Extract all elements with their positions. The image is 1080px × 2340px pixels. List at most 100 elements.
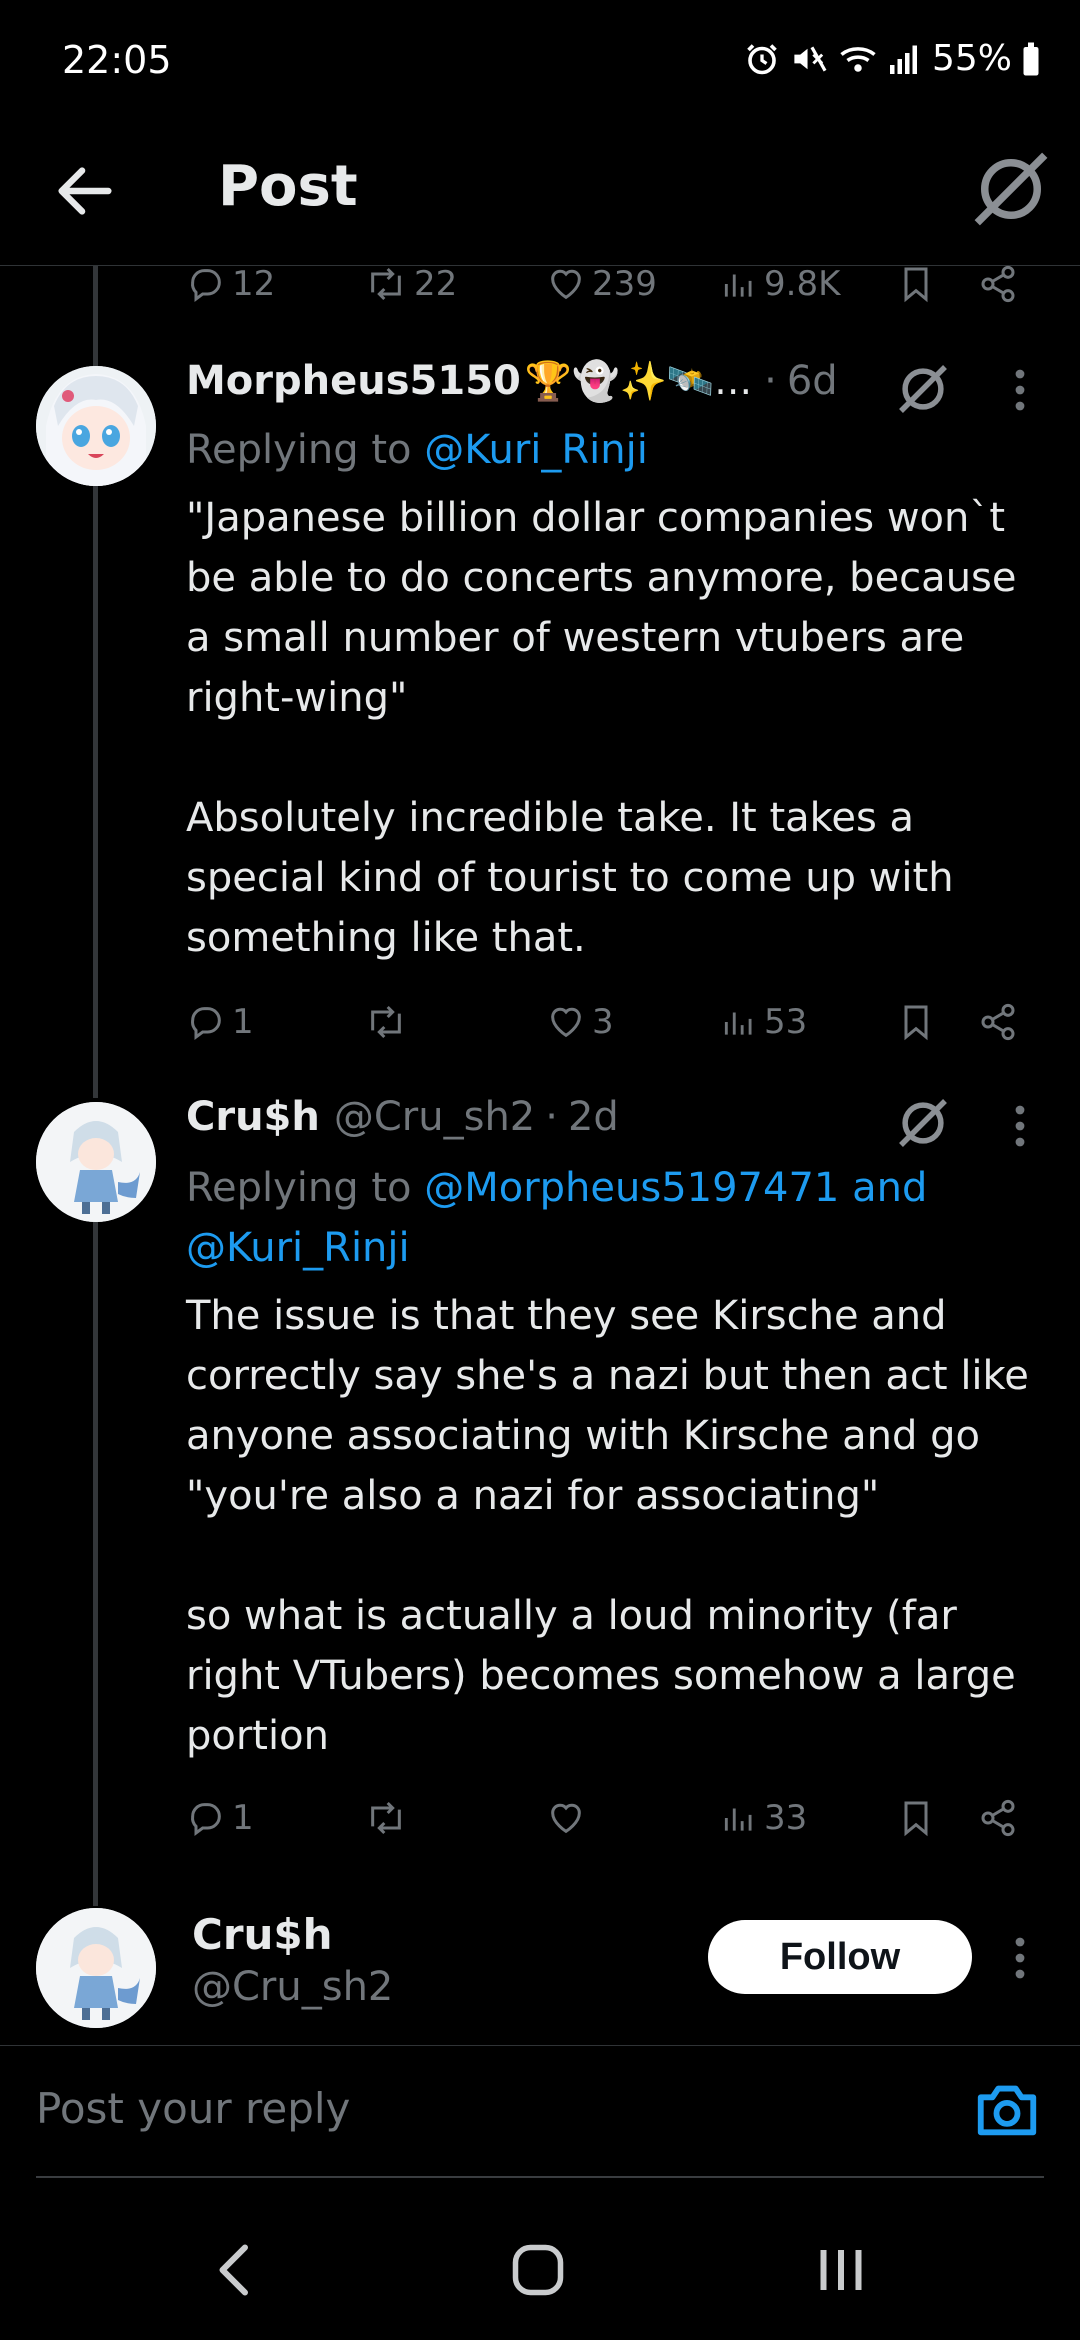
profile-name[interactable]: Cru$h [192,1910,333,1959]
status-time: 22:05 [62,38,172,82]
nav-home-button[interactable] [493,2230,583,2310]
battery-label: 55% [931,38,1012,79]
nav-recents-button[interactable] [796,2230,886,2310]
bookmark-action[interactable] [896,1788,936,1848]
bookmark-action[interactable] [896,992,936,1052]
tweet-action-row: 1 3 53 [186,992,1036,1052]
bookmark-action[interactable] [896,254,936,314]
share-icon [981,1799,1015,1837]
tweet-header: Morpheus5150 🏆👻✨🛰️… · 6d [186,358,838,404]
nav-home-icon [512,2244,564,2296]
author-emoji-badges: 🏆👻✨🛰️… [524,358,753,403]
more-options-button[interactable] [1000,360,1040,420]
mention-link[interactable]: @Kuri_Rinji [424,427,648,473]
author-handle[interactable]: @Cru_sh2 [334,1094,535,1140]
views-count: 9.8K [764,264,841,304]
reply-action[interactable]: 1 [186,992,254,1052]
back-button[interactable] [50,156,120,226]
thread-line [93,1222,98,1906]
repost-icon [371,267,401,301]
page-title: Post [218,154,358,219]
grok-explain-button[interactable] [890,1090,956,1156]
system-nav-bar [0,2200,1080,2340]
reply-count: 1 [232,1798,254,1838]
replying-to: Replying to @Kuri_Rinji [186,420,1046,480]
reply-input[interactable] [36,2076,936,2140]
follow-button[interactable]: Follow [708,1920,972,1994]
bookmark-icon [904,1005,928,1041]
thread-line [93,266,98,376]
like-count: 239 [592,264,657,304]
alarm-icon [744,41,780,77]
avatar[interactable] [36,1908,156,2028]
repost-action[interactable]: 22 [364,254,457,314]
camera-icon [977,2085,1037,2136]
reply-composer [0,2046,1080,2178]
replying-label: Replying to [186,1165,425,1211]
avatar[interactable] [36,366,156,486]
repost-icon [371,1005,401,1039]
arrow-left-icon [58,167,112,215]
grok-button[interactable] [966,144,1056,234]
status-icons: 55% [744,38,1040,79]
profile-handle[interactable]: @Cru_sh2 [192,1964,393,2010]
avatar-image [36,366,156,486]
like-action[interactable]: 3 [546,992,614,1052]
author-name[interactable]: Morpheus5150 [186,358,521,404]
more-options-button[interactable] [1000,1928,1040,1988]
heart-icon [551,1803,581,1834]
like-action[interactable]: 239 [546,254,657,314]
and-label: and [839,1165,928,1211]
like-count: 3 [592,1002,614,1042]
mention-link[interactable]: @Kuri_Rinji [186,1225,410,1271]
author-follow-bar: Cru$h @Cru_sh2 Follow [0,1880,1080,2046]
thread-line [93,486,98,1098]
reply-action[interactable]: 12 [186,254,275,314]
tweet-time[interactable]: 6d [787,358,838,404]
avatar-image [36,1908,156,2028]
nav-back-icon [219,2244,248,2296]
share-action[interactable] [978,254,1018,314]
heart-icon [551,1007,581,1038]
grok-explain-button[interactable] [890,356,956,422]
camera-button[interactable] [972,2074,1042,2144]
views-action[interactable]: 9.8K [720,254,840,314]
more-options-button[interactable] [1000,1096,1040,1156]
share-icon [981,1003,1015,1041]
signal-icon [888,41,922,77]
repost-action[interactable] [364,992,414,1052]
tweet-text: The issue is that they see Kirsche and c… [186,1293,1029,1759]
replying-label: Replying to [186,427,425,473]
nav-back-button[interactable] [190,2230,280,2310]
reply-count: 12 [232,264,276,304]
post-header: Post [0,120,1080,266]
composer-divider [36,2176,1044,2178]
reply-action[interactable]: 1 [186,1788,254,1848]
like-action[interactable] [546,1788,592,1848]
heart-icon [551,269,581,300]
tweet-text: "Japanese billion dollar companies won`t… [186,495,1017,961]
views-action[interactable]: 33 [720,1788,807,1848]
views-icon [724,1012,752,1035]
bookmark-icon [904,267,928,303]
mention-link[interactable]: @Morpheus5197471 [424,1165,839,1211]
author-name[interactable]: Cru$h [186,1094,320,1140]
battery-icon [1022,41,1040,77]
more-vertical-icon [1015,369,1025,411]
repost-count: 22 [414,264,458,304]
grok-icon [899,365,947,413]
grok-icon [974,152,1048,226]
share-icon [981,265,1015,303]
reply-icon [191,1007,221,1040]
replying-to: Replying to @Morpheus5197471 and @Kuri_Ri… [186,1158,1046,1278]
views-action[interactable]: 53 [720,992,807,1052]
tweet-time[interactable]: 2d [568,1094,619,1140]
share-action[interactable] [978,992,1018,1052]
separator-dot: · [545,1094,558,1140]
repost-icon [371,1801,401,1835]
avatar[interactable] [36,1102,156,1222]
reply-icon [191,269,221,302]
repost-action[interactable] [364,1788,414,1848]
share-action[interactable] [978,1788,1018,1848]
tweet-action-row: 1 33 [186,1788,1036,1848]
